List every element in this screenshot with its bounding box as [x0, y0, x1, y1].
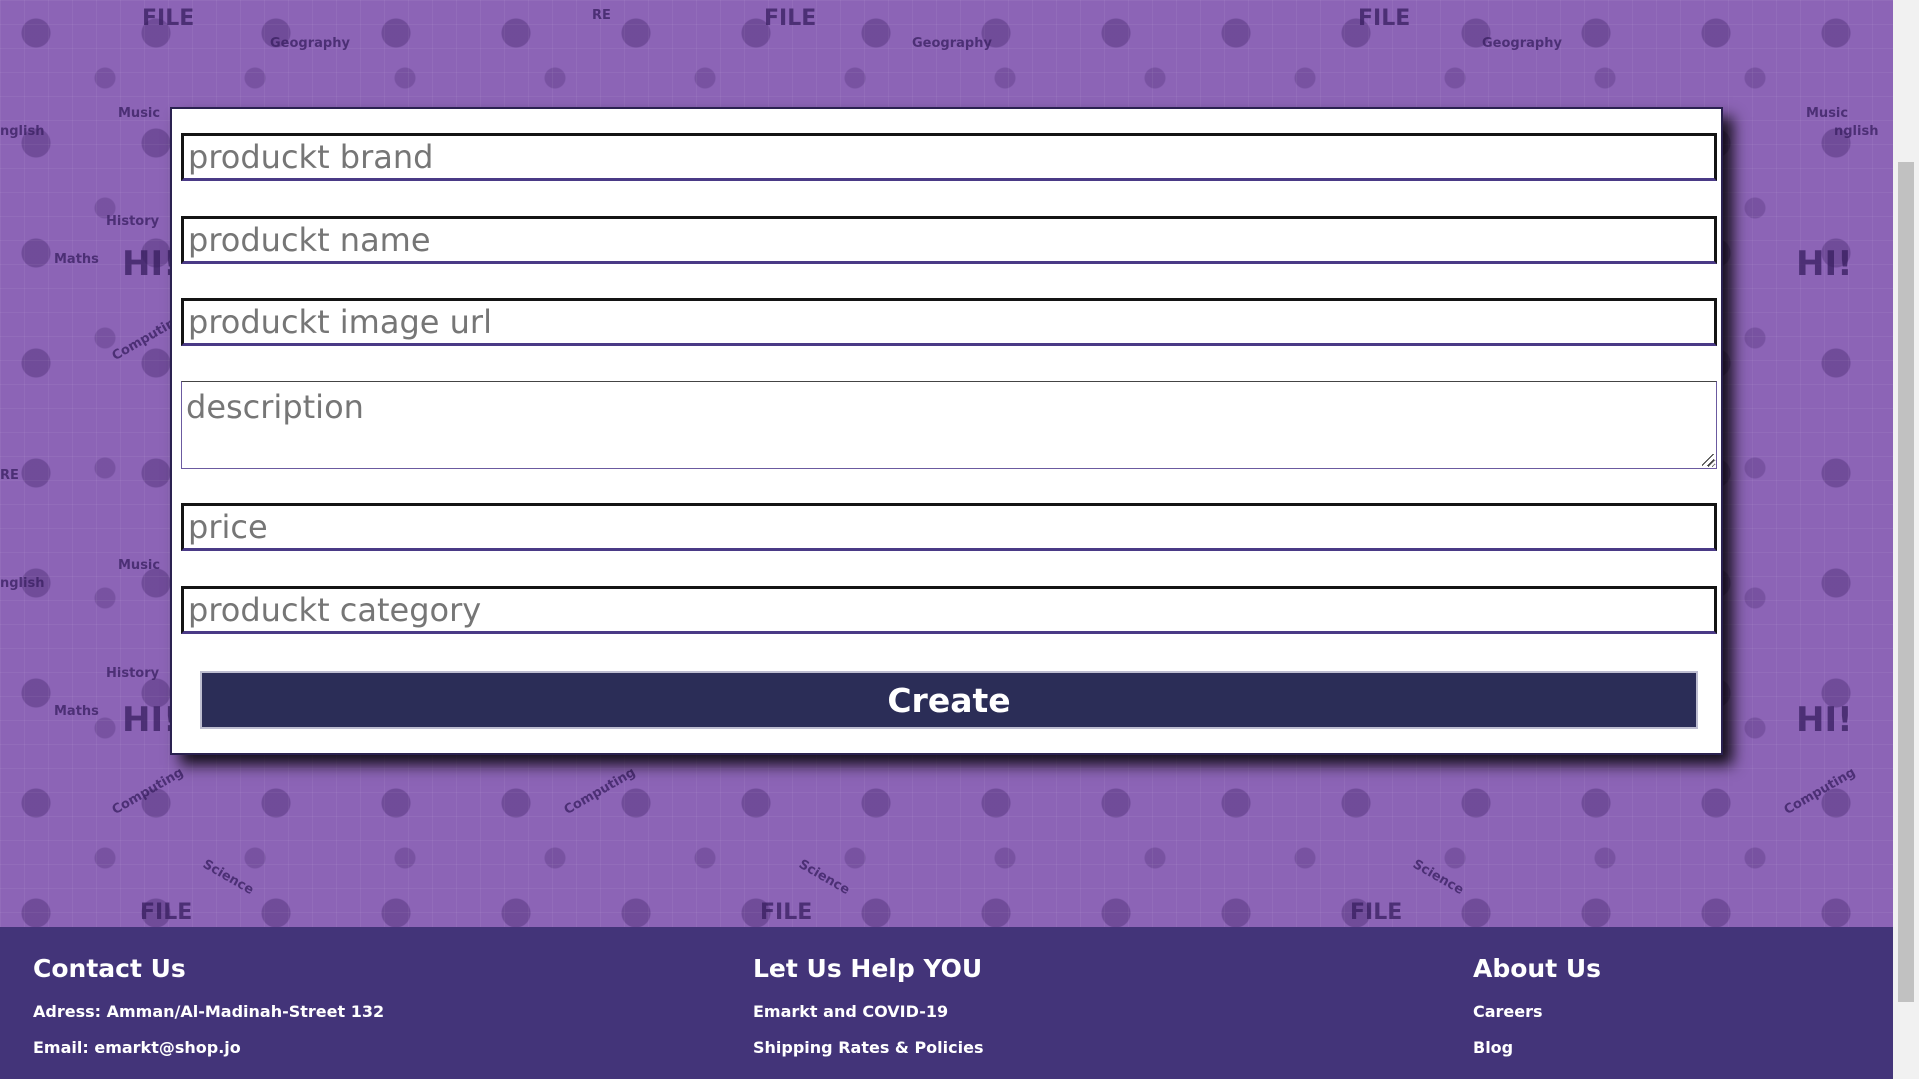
footer-link-covid[interactable]: Emarkt and COVID-19: [753, 1002, 948, 1021]
create-product-form: Create: [170, 107, 1723, 755]
doodle-hi-4: HI!: [1796, 700, 1853, 740]
description-wrapper: [181, 381, 1717, 469]
price-input[interactable]: [181, 503, 1717, 551]
doodle-maths: Maths: [54, 252, 99, 267]
doodle-science: Science: [200, 856, 257, 899]
doodle-music: Music: [118, 106, 161, 121]
doodle-file: FILE: [142, 6, 195, 31]
doodle-science-3: Science: [1410, 856, 1467, 899]
doodle-geography-3: Geography: [1482, 36, 1562, 51]
footer: Contact Us Adress: Amman/Al-Madinah-Stre…: [0, 927, 1893, 1079]
doodle-re: RE: [592, 8, 611, 23]
footer-help-title: Let Us Help YOU: [753, 954, 983, 983]
doodle-english-2: nglish: [1834, 124, 1879, 139]
doodle-hi-2: HI!: [1796, 244, 1853, 284]
doodle-geography: Geography: [270, 36, 350, 51]
resize-grip-icon[interactable]: [1702, 454, 1714, 466]
footer-about-title: About Us: [1473, 954, 1602, 983]
doodle-file-6: FILE: [1350, 900, 1403, 925]
footer-address: Adress: Amman/Al-Madinah-Street 132: [33, 1002, 385, 1021]
doodle-music-2: Music: [1806, 106, 1849, 121]
page-scrollbar[interactable]: [1893, 0, 1919, 1079]
doodle-file-3: FILE: [1358, 6, 1411, 31]
doodle-re-2: RE: [0, 468, 19, 483]
footer-link-careers[interactable]: Careers: [1473, 1002, 1543, 1021]
footer-link-blog[interactable]: Blog: [1473, 1038, 1513, 1057]
footer-email: Email: emarkt@shop.jo: [33, 1038, 241, 1057]
doodle-file-5: FILE: [760, 900, 813, 925]
doodle-computing-4: Computing: [1781, 765, 1859, 818]
product-brand-input[interactable]: [181, 133, 1717, 181]
doodle-geography-2: Geography: [912, 36, 992, 51]
doodle-history-2: History: [106, 666, 160, 681]
doodle-computing-3: Computing: [561, 765, 639, 818]
product-name-input[interactable]: [181, 216, 1717, 264]
doodle-history: History: [106, 214, 160, 229]
footer-contact-title: Contact Us: [33, 954, 186, 983]
doodle-english: nglish: [0, 124, 45, 139]
scrollbar-thumb[interactable]: [1898, 162, 1914, 1002]
doodle-file-4: FILE: [140, 900, 193, 925]
doodle-music-3: Music: [118, 558, 161, 573]
product-image-url-input[interactable]: [181, 298, 1717, 346]
doodle-english-3: nglish: [0, 576, 45, 591]
doodle-maths-2: Maths: [54, 704, 99, 719]
create-button[interactable]: Create: [200, 671, 1698, 729]
footer-link-shipping[interactable]: Shipping Rates & Policies: [753, 1038, 983, 1057]
description-textarea[interactable]: [181, 381, 1717, 469]
product-category-input[interactable]: [181, 586, 1717, 634]
doodle-file-2: FILE: [764, 6, 817, 31]
doodle-science-2: Science: [796, 856, 853, 899]
doodle-computing-2: Computing: [109, 765, 187, 818]
